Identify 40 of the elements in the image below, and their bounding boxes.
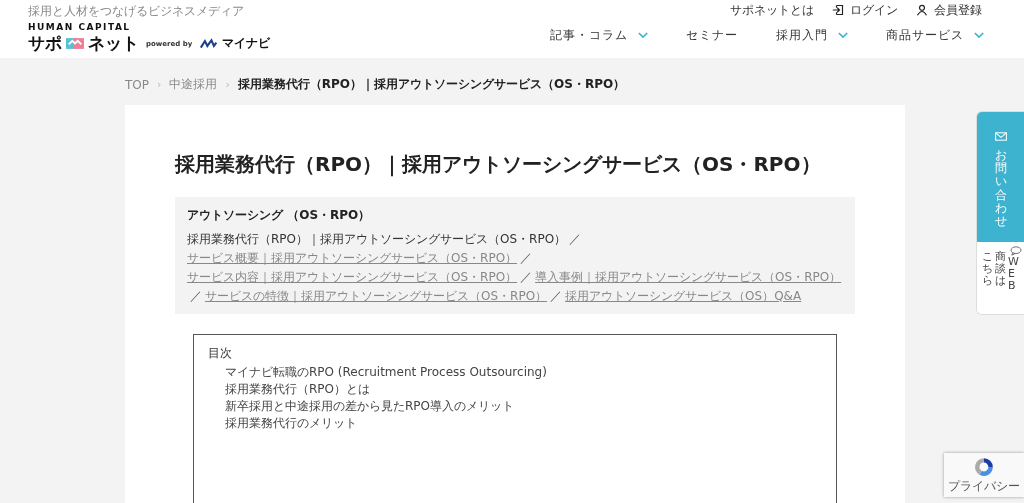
toc-link[interactable]: 採用業務代行のメリット — [208, 415, 822, 432]
toc-link[interactable]: マイナビ転職のRPO (Recruitment Process Outsourcing) — [208, 364, 822, 381]
toc-link[interactable]: 新卒採用と中途採用の差から見たRPO導入のメリット — [208, 398, 822, 415]
user-icon — [916, 4, 928, 16]
tagline: 採用と人材をつなげるビジネスメディア — [28, 3, 245, 20]
logo-text[interactable]: HUMAN CAPITAL — [28, 22, 271, 32]
logo-text[interactable]: ネット — [88, 32, 139, 55]
login-icon — [832, 4, 844, 16]
page-title: 採用業務代行（RPO）｜採用アウトソーシングサービス（OS・RPO） — [175, 151, 822, 179]
link-separator: ／ — [569, 232, 582, 246]
logo-text[interactable]: サポ — [28, 32, 62, 55]
related-heading: アウトソーシング （OS・RPO） — [187, 207, 372, 224]
logo-mark-icon — [66, 36, 84, 51]
link-separator: ／ — [190, 289, 202, 303]
nav-item[interactable]: 記事・コラム — [550, 27, 648, 44]
recaptcha-badge[interactable]: プライバシー — [944, 453, 1024, 497]
link-separator: ／ — [520, 251, 533, 265]
recaptcha-icon — [973, 456, 995, 478]
toc-heading: 目次 — [208, 345, 233, 362]
utility-link[interactable]: ログイン — [832, 2, 898, 18]
nav-item[interactable]: 商品サービス — [886, 27, 984, 44]
chevron-down-icon — [838, 32, 848, 39]
partner-name: マイナビ — [222, 35, 271, 52]
utility-link[interactable]: 会員登録 — [916, 2, 982, 18]
chevron-down-icon — [974, 32, 984, 39]
nav-item[interactable]: 採用入門 — [776, 27, 848, 44]
chevron-down-icon — [638, 32, 648, 39]
mail-icon — [994, 132, 1007, 141]
related-link[interactable]: 採用業務代行（RPO）｜採用アウトソーシングサービス（OS・RPO） — [187, 232, 567, 246]
chat-bubble-icon — [1010, 246, 1022, 257]
recaptcha-terms[interactable]: プライバシー — [948, 478, 1020, 495]
nav-item[interactable]: セミナー — [686, 27, 738, 44]
partner-logo-icon — [200, 38, 219, 49]
utility-link[interactable]: サポネットとは — [730, 2, 814, 18]
breadcrumb-separator: › — [157, 78, 162, 91]
toc-link[interactable]: 採用業務代行（RPO）とは — [208, 381, 822, 398]
breadcrumb-separator: › — [225, 78, 230, 91]
link-separator: ／ — [520, 270, 533, 284]
breadcrumb-link[interactable]: 採用業務代行（RPO）｜採用アウトソーシングサービス（OS・RPO） — [237, 76, 626, 93]
link-separator: ／ — [550, 289, 563, 303]
